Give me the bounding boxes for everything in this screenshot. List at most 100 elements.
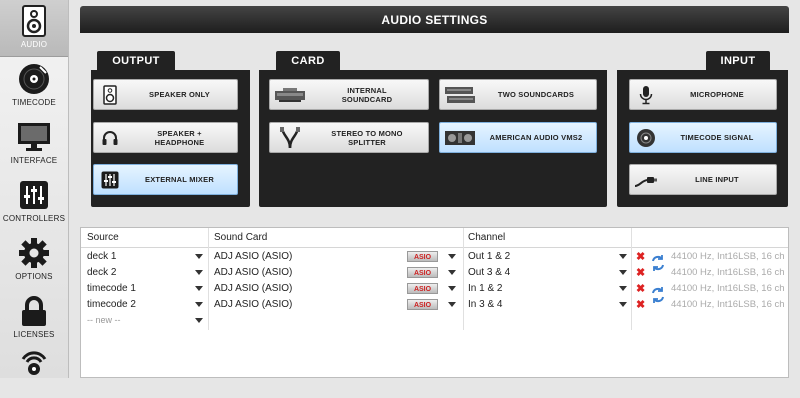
sidebar-item-timecode[interactable]: TIMECODE bbox=[0, 58, 68, 114]
source-select[interactable]: deck 2 bbox=[87, 267, 116, 278]
option-label: LINE INPUT bbox=[695, 175, 739, 184]
device-format-info: 44100 Hz, Int16LSB, 16 ch bbox=[671, 267, 785, 278]
option-label: EXTERNAL MIXER bbox=[145, 175, 214, 184]
audio-routing-table: Source Sound Card Channel deck 1 ADJ ASI… bbox=[80, 227, 789, 378]
sidebar-item-label: TIMECODE bbox=[12, 98, 56, 107]
soundcard-select[interactable]: ADJ ASIO (ASIO) bbox=[214, 283, 292, 294]
soundcard-icon bbox=[270, 80, 310, 109]
channel-select[interactable]: In 3 & 4 bbox=[468, 299, 502, 310]
table-row: timecode 2 ADJ ASIO (ASIO) ASIO In 3 & 4… bbox=[81, 297, 788, 313]
channel-dropdown-arrow[interactable] bbox=[619, 286, 627, 291]
soundcard-dropdown-arrow[interactable] bbox=[448, 302, 456, 307]
two-soundcards-icon bbox=[440, 80, 480, 109]
soundcard-select[interactable]: ADJ ASIO (ASIO) bbox=[214, 267, 292, 278]
sidebar-item-label: INTERFACE bbox=[10, 156, 58, 165]
option-label: TIMECODE SIGNAL bbox=[680, 133, 754, 142]
sidebar-item-audio[interactable]: AUDIO bbox=[0, 0, 68, 57]
broadcast-icon bbox=[17, 346, 51, 380]
soundcard-dropdown-arrow[interactable] bbox=[448, 286, 456, 291]
controller-icon bbox=[440, 123, 480, 152]
headphone-icon bbox=[94, 123, 126, 152]
vinyl-icon bbox=[17, 62, 51, 96]
channel-dropdown-arrow[interactable] bbox=[619, 270, 627, 275]
column-header-channel: Channel bbox=[468, 232, 506, 243]
source-dropdown-arrow[interactable] bbox=[195, 302, 203, 307]
sidebar-item-interface[interactable]: INTERFACE bbox=[0, 116, 68, 172]
asio-badge: ASIO bbox=[407, 283, 438, 294]
option-label: MICROPHONE bbox=[690, 90, 744, 99]
soundcard-dropdown-arrow[interactable] bbox=[448, 254, 456, 259]
speaker-icon bbox=[94, 80, 126, 109]
card-american-audio-vms2-button[interactable]: AMERICAN AUDIO VMS2 bbox=[439, 122, 597, 153]
column-header-sound-card: Sound Card bbox=[214, 232, 268, 243]
channel-select[interactable]: Out 3 & 4 bbox=[468, 267, 510, 278]
refresh-icon[interactable] bbox=[651, 253, 665, 278]
mixer-icon bbox=[94, 165, 126, 194]
asio-badge: ASIO bbox=[407, 267, 438, 278]
soundcard-dropdown-arrow[interactable] bbox=[448, 270, 456, 275]
card-internal-soundcard-button[interactable]: INTERNAL SOUNDCARD bbox=[269, 79, 429, 110]
input-timecode-signal-button[interactable]: TIMECODE SIGNAL bbox=[629, 122, 777, 153]
input-panel-title: INPUT bbox=[706, 51, 770, 70]
sidebar-item-label: CONTROLLERS bbox=[2, 214, 66, 223]
monitor-icon bbox=[17, 120, 51, 154]
remove-row-button[interactable]: ✖ bbox=[636, 266, 645, 279]
channel-dropdown-arrow[interactable] bbox=[619, 254, 627, 259]
gear-icon bbox=[17, 236, 51, 270]
cd-icon bbox=[630, 123, 662, 152]
remove-row-button[interactable]: ✖ bbox=[636, 282, 645, 295]
channel-select[interactable]: Out 1 & 2 bbox=[468, 251, 510, 262]
sidebar-item-options[interactable]: OPTIONS bbox=[0, 232, 68, 288]
table-row: timecode 1 ADJ ASIO (ASIO) ASIO In 1 & 2… bbox=[81, 281, 788, 297]
sidebar-item-licenses[interactable]: LICENSES bbox=[0, 290, 68, 346]
device-format-info: 44100 Hz, Int16LSB, 16 ch bbox=[671, 299, 785, 310]
asio-badge: ASIO bbox=[407, 299, 438, 310]
output-speaker-headphone-button[interactable]: SPEAKER + HEADPHONE bbox=[93, 122, 238, 153]
sidebar-item-label: AUDIO bbox=[20, 40, 48, 49]
card-two-soundcards-button[interactable]: TWO SOUNDCARDS bbox=[439, 79, 597, 110]
sidebar-item-broadcast[interactable] bbox=[0, 342, 68, 398]
new-source-select[interactable]: -- new -- bbox=[87, 315, 121, 325]
card-stereo-mono-splitter-button[interactable]: STEREO TO MONO SPLITTER bbox=[269, 122, 429, 153]
output-external-mixer-button[interactable]: EXTERNAL MIXER bbox=[93, 164, 238, 195]
sidebar-item-label: LICENSES bbox=[13, 330, 55, 339]
table-row: deck 2 ADJ ASIO (ASIO) ASIO Out 3 & 4 ✖ … bbox=[81, 265, 788, 281]
refresh-icon[interactable] bbox=[651, 285, 665, 310]
remove-row-button[interactable]: ✖ bbox=[636, 250, 645, 263]
table-row-new: -- new -- bbox=[81, 313, 788, 329]
source-dropdown-arrow[interactable] bbox=[195, 270, 203, 275]
cable-icon bbox=[630, 165, 662, 194]
new-source-dropdown-arrow[interactable] bbox=[195, 318, 203, 323]
card-panel-title: CARD bbox=[276, 51, 340, 70]
column-header-source: Source bbox=[87, 232, 119, 243]
option-label: SPEAKER + HEADPHONE bbox=[154, 128, 205, 147]
option-label: TWO SOUNDCARDS bbox=[497, 90, 575, 99]
remove-row-button[interactable]: ✖ bbox=[636, 298, 645, 311]
settings-sidebar: AUDIO TIMECODE INTERFACE CONTROLLERS OPT… bbox=[0, 0, 69, 378]
speaker-icon bbox=[17, 4, 51, 38]
input-microphone-button[interactable]: MICROPHONE bbox=[629, 79, 777, 110]
channel-select[interactable]: In 1 & 2 bbox=[468, 283, 502, 294]
soundcard-select[interactable]: ADJ ASIO (ASIO) bbox=[214, 299, 292, 310]
input-line-input-button[interactable]: LINE INPUT bbox=[629, 164, 777, 195]
asio-badge: ASIO bbox=[407, 251, 438, 262]
soundcard-select[interactable]: ADJ ASIO (ASIO) bbox=[214, 251, 292, 262]
splitter-cable-icon bbox=[270, 123, 310, 152]
source-select[interactable]: timecode 2 bbox=[87, 299, 136, 310]
page-title: AUDIO SETTINGS bbox=[80, 6, 789, 33]
lock-icon bbox=[17, 294, 51, 328]
source-select[interactable]: timecode 1 bbox=[87, 283, 136, 294]
sidebar-item-controllers[interactable]: CONTROLLERS bbox=[0, 174, 68, 230]
option-label: STEREO TO MONO SPLITTER bbox=[331, 128, 403, 147]
option-label: INTERNAL SOUNDCARD bbox=[341, 85, 393, 104]
output-speaker-only-button[interactable]: SPEAKER ONLY bbox=[93, 79, 238, 110]
table-row: deck 1 ADJ ASIO (ASIO) ASIO Out 1 & 2 ✖ … bbox=[81, 249, 788, 265]
source-dropdown-arrow[interactable] bbox=[195, 286, 203, 291]
microphone-icon bbox=[630, 80, 662, 109]
output-panel-title: OUTPUT bbox=[97, 51, 175, 70]
source-dropdown-arrow[interactable] bbox=[195, 254, 203, 259]
device-format-info: 44100 Hz, Int16LSB, 16 ch bbox=[671, 283, 785, 294]
channel-dropdown-arrow[interactable] bbox=[619, 302, 627, 307]
header-divider bbox=[81, 247, 788, 248]
source-select[interactable]: deck 1 bbox=[87, 251, 116, 262]
